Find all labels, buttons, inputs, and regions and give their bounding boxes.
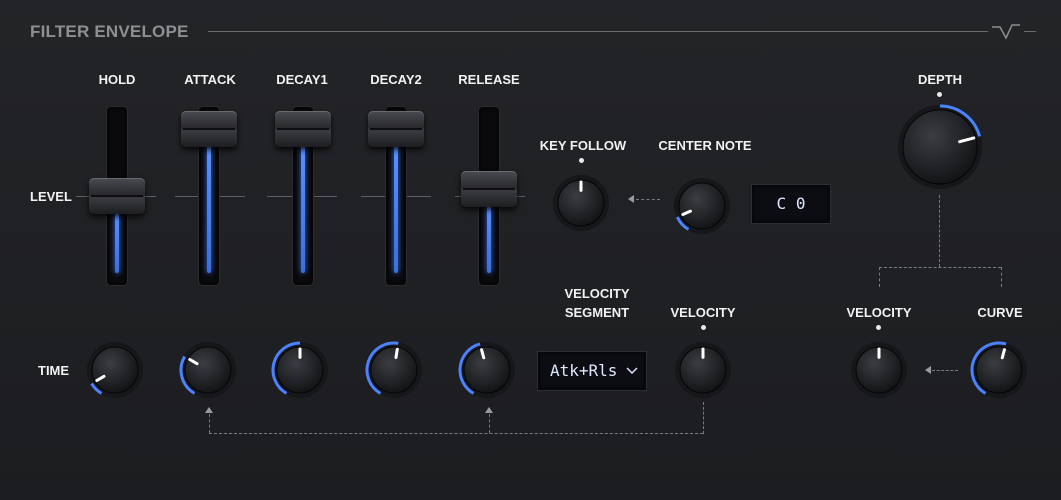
- slider-fill: [301, 145, 305, 273]
- knob-body: [91, 346, 139, 394]
- decay1-label: DECAY1: [276, 72, 328, 87]
- velocity-segment-value: Atk+Rls: [550, 361, 618, 380]
- release-label: RELEASE: [458, 72, 520, 87]
- knob-graphic: [87, 342, 143, 398]
- knob-graphic: [898, 104, 982, 189]
- level-row-label: LEVEL: [30, 189, 72, 204]
- knob-body: [463, 346, 511, 394]
- depth-velocity-center-dot: [876, 325, 881, 330]
- arrow-left-icon: [628, 195, 634, 203]
- title-divider: [208, 31, 988, 32]
- decay2-label: DECAY2: [370, 72, 422, 87]
- hold-slider-handle[interactable]: [89, 178, 145, 214]
- depth-velocity-knob[interactable]: [849, 340, 909, 405]
- knob-graphic: [851, 342, 907, 398]
- decay1-slider-handle[interactable]: [275, 111, 331, 147]
- center-note-display[interactable]: C 0: [751, 184, 831, 224]
- knob-pointer: [480, 348, 486, 360]
- slider-fill: [487, 205, 491, 273]
- slider-fill: [207, 145, 211, 273]
- release-slider-handle[interactable]: [461, 171, 517, 208]
- knob-pointer: [394, 347, 399, 360]
- knob-body: [184, 346, 232, 394]
- curve-link-line: [932, 370, 958, 371]
- knob-pointer: [1000, 348, 1006, 360]
- arrow-up-icon: [205, 407, 213, 413]
- depth-route-line: [1001, 267, 1002, 287]
- segment-velocity-label: VELOCITY: [670, 305, 736, 320]
- knob-graphic: [675, 342, 731, 398]
- key-follow-center-dot: [579, 158, 584, 163]
- velocity-route-line: [703, 402, 704, 434]
- velocity-route-line: [209, 433, 703, 434]
- knob-graphic: [553, 175, 609, 231]
- depth-knob[interactable]: [896, 103, 984, 196]
- decay2-slider-handle[interactable]: [368, 111, 424, 147]
- dropdown-chevron-icon[interactable]: [1024, 31, 1036, 32]
- attack-slider-handle[interactable]: [181, 111, 237, 147]
- segment-velocity-center-dot: [701, 325, 706, 330]
- velocity-segment-label-1: VELOCITY: [564, 286, 630, 301]
- filter-envelope-panel: FILTER ENVELOPE HOLD ATTACK DECAY1 DECAY…: [0, 0, 1061, 500]
- envelope-shape-icon[interactable]: [990, 21, 1022, 41]
- velocity-route-line: [209, 414, 210, 433]
- key-follow-knob[interactable]: [551, 173, 611, 238]
- chevron-down-icon: [626, 367, 638, 375]
- decay1-time-knob[interactable]: [270, 340, 330, 405]
- velocity-segment-select[interactable]: Atk+Rls: [537, 351, 647, 391]
- depth-label: DEPTH: [917, 72, 963, 87]
- knob-graphic: [458, 342, 515, 398]
- attack-time-knob[interactable]: [178, 340, 238, 405]
- curve-label: CURVE: [977, 305, 1023, 320]
- slider-fill: [394, 145, 398, 273]
- knob-graphic: [674, 178, 730, 234]
- release-time-knob[interactable]: [457, 340, 517, 405]
- knob-body: [975, 346, 1023, 394]
- keyfollow-link-line: [636, 199, 660, 200]
- hold-label: HOLD: [98, 72, 136, 87]
- arrow-left-icon: [925, 366, 931, 374]
- depth-velocity-label: VELOCITY: [846, 305, 912, 320]
- depth-route-line: [879, 267, 1001, 268]
- attack-label: ATTACK: [184, 72, 236, 87]
- knob-graphic: [365, 341, 422, 398]
- segment-velocity-knob[interactable]: [673, 340, 733, 405]
- decay2-time-knob[interactable]: [364, 340, 424, 405]
- velocity-segment-label-2: SEGMENT: [564, 305, 630, 320]
- arrow-up-icon: [485, 407, 493, 413]
- depth-center-dot: [937, 92, 942, 97]
- knob-graphic: [179, 342, 236, 398]
- knob-body: [370, 346, 418, 394]
- center-note-label: CENTER NOTE: [658, 138, 752, 153]
- hold-time-knob[interactable]: [85, 340, 145, 405]
- velocity-route-line: [489, 414, 490, 433]
- center-note-knob[interactable]: [672, 176, 732, 241]
- key-follow-label: KEY FOLLOW: [539, 138, 627, 153]
- depth-route-line: [879, 267, 880, 287]
- panel-title: FILTER ENVELOPE: [30, 22, 189, 41]
- knob-body: [902, 109, 978, 185]
- depth-route-line: [939, 195, 940, 267]
- slider-fill: [115, 212, 119, 273]
- curve-knob[interactable]: [969, 340, 1029, 405]
- time-row-label: TIME: [38, 363, 70, 378]
- knob-graphic: [970, 341, 1027, 398]
- knob-graphic: [271, 341, 328, 398]
- knob-body: [678, 182, 726, 230]
